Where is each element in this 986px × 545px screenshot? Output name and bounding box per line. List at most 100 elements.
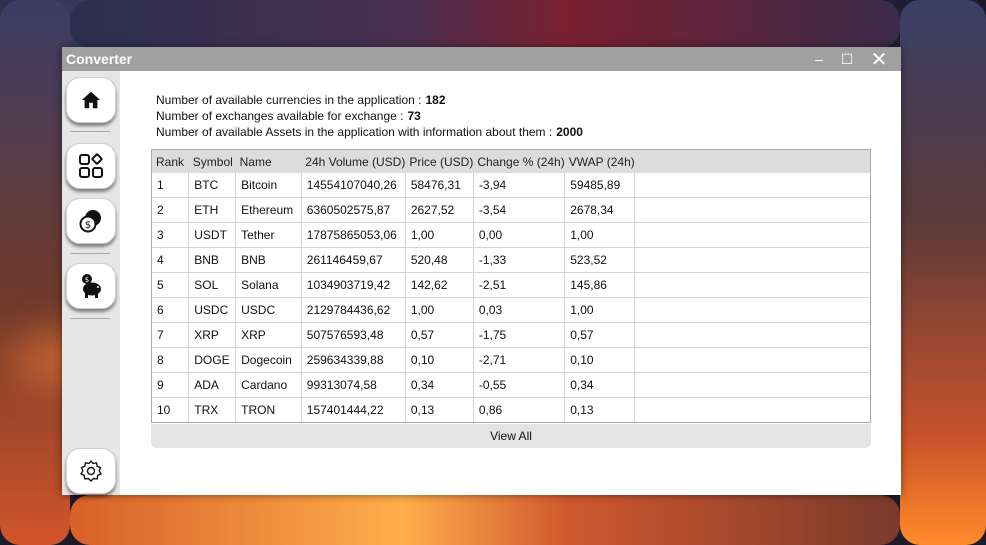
sidebar-separator: [70, 253, 110, 254]
cell-symbol: BTC: [188, 173, 237, 198]
table-row[interactable]: 10 TRX TRON 157401444,22 0,13 0,86 0,13: [152, 397, 870, 422]
sidebar: $ $: [62, 71, 120, 495]
cell-symbol: DOGE: [188, 347, 237, 373]
cell-rank: 9: [152, 372, 190, 398]
wallpaper-left: [0, 0, 70, 545]
svg-text:$: $: [85, 220, 91, 231]
cell-name: Bitcoin: [235, 173, 302, 198]
sidebar-item-exchange[interactable]: $: [66, 198, 116, 244]
cell-filler: [634, 272, 870, 298]
converter-window: Converter – ☐ ✕ $ $ Number of available …: [62, 47, 901, 495]
cell-name: Solana: [235, 272, 302, 298]
cell-vwap: 1,00: [564, 297, 636, 323]
cell-price: 1,00: [405, 222, 474, 248]
table-row[interactable]: 2 ETH Ethereum 6360502575,87 2627,52 -3,54 267…: [152, 197, 870, 223]
cell-change: -2,51: [473, 272, 566, 298]
column-header-vwap[interactable]: VWAP (24h): [564, 150, 635, 173]
maximize-button[interactable]: ☐: [832, 47, 862, 71]
cell-change: -0,55: [473, 372, 566, 398]
column-header-rank[interactable]: Rank: [152, 150, 189, 173]
coins-icon: $: [79, 210, 101, 233]
sidebar-item-apps[interactable]: [66, 143, 116, 189]
minimize-button[interactable]: –: [804, 47, 834, 71]
cell-change: -3,54: [473, 197, 566, 223]
cell-name: BNB: [235, 247, 302, 273]
cell-vwap: 523,52: [564, 247, 636, 273]
table-row[interactable]: 5 SOL Solana 1034903719,42 142,62 -2,51 145,86: [152, 272, 870, 298]
window-title: Converter: [66, 51, 133, 67]
cell-change: -2,71: [473, 347, 566, 373]
cell-vwap: 0,57: [564, 322, 636, 348]
wallpaper-bottom: [70, 495, 900, 545]
table-row[interactable]: 1 BTC Bitcoin 14554107040,26 58476,31 -3,94 59…: [152, 173, 870, 198]
cell-rank: 1: [152, 173, 190, 198]
cell-volume: 99313074,58: [301, 372, 406, 398]
cell-name: TRON: [235, 397, 302, 422]
cell-rank: 2: [152, 197, 190, 223]
column-header-price[interactable]: Price (USD): [405, 150, 474, 173]
cell-symbol: USDT: [188, 222, 237, 248]
table-row[interactable]: 3 USDT Tether 17875865053,06 1,00 0,00 1,00: [152, 222, 870, 248]
table-row[interactable]: 7 XRP XRP 507576593,48 0,57 -1,75 0,57: [152, 322, 870, 348]
piggy-bank-icon: $: [82, 274, 101, 298]
title-bar[interactable]: Converter – ☐ ✕: [62, 47, 901, 71]
cell-filler: [634, 347, 870, 373]
cell-price: 58476,31: [405, 173, 474, 198]
cell-rank: 4: [152, 247, 190, 273]
cell-filler: [634, 372, 870, 398]
cell-change: -1,75: [473, 322, 566, 348]
table-row[interactable]: 8 DOGE Dogecoin 259634339,88 0,10 -2,71 0,10: [152, 347, 870, 373]
cell-rank: 3: [152, 222, 190, 248]
table-header-row: Rank Symbol Name 24h Volume (USD) Price …: [152, 150, 870, 173]
table-row[interactable]: 4 BNB BNB 261146459,67 520,48 -1,33 523,52: [152, 247, 870, 273]
sidebar-item-settings[interactable]: [66, 448, 116, 494]
cell-symbol: XRP: [188, 322, 237, 348]
cell-volume: 14554107040,26: [301, 173, 406, 198]
cell-volume: 2129784436,62: [301, 297, 406, 323]
sidebar-separator: [70, 318, 110, 319]
cell-rank: 7: [152, 322, 190, 348]
cell-name: Cardano: [235, 372, 302, 398]
close-button[interactable]: ✕: [864, 47, 894, 71]
column-header-change[interactable]: Change % (24h): [473, 150, 565, 173]
cell-volume: 1034903719,42: [301, 272, 406, 298]
cell-name: Ethereum: [235, 197, 302, 223]
assets-table[interactable]: Rank Symbol Name 24h Volume (USD) Price …: [151, 149, 871, 423]
cell-change: -1,33: [473, 247, 566, 273]
cell-vwap: 2678,34: [564, 197, 636, 223]
cell-change: -3,94: [473, 173, 566, 198]
cell-symbol: ADA: [188, 372, 237, 398]
cell-filler: [634, 297, 870, 323]
cell-rank: 10: [152, 397, 190, 422]
cell-rank: 8: [152, 347, 190, 373]
cell-name: Tether: [235, 222, 302, 248]
cell-volume: 259634339,88: [301, 347, 406, 373]
column-header-volume[interactable]: 24h Volume (USD): [301, 150, 406, 173]
cell-vwap: 0,10: [564, 347, 636, 373]
cell-vwap: 0,13: [564, 397, 636, 422]
column-header-filler: [634, 150, 870, 173]
cell-volume: 507576593,48: [301, 322, 406, 348]
cell-symbol: BNB: [188, 247, 237, 273]
wallpaper-right: [900, 0, 986, 545]
stat-currencies-label: Number of available currencies in the ap…: [156, 93, 422, 107]
cell-volume: 157401444,22: [301, 397, 406, 422]
cell-price: 0,13: [405, 397, 474, 422]
cell-vwap: 0,34: [564, 372, 636, 398]
cell-change: 0,00: [473, 222, 566, 248]
stat-exchanges: Number of exchanges available for exchan…: [156, 109, 421, 123]
column-header-symbol[interactable]: Symbol: [188, 150, 236, 173]
table-row[interactable]: 9 ADA Cardano 99313074,58 0,34 -0,55 0,34: [152, 372, 870, 398]
sidebar-item-home[interactable]: [66, 77, 116, 123]
table-row[interactable]: 6 USDC USDC 2129784436,62 1,00 0,03 1,00: [152, 297, 870, 323]
cell-name: USDC: [235, 297, 302, 323]
cell-price: 0,34: [405, 372, 474, 398]
sidebar-item-savings[interactable]: $: [66, 263, 116, 309]
view-all-button[interactable]: View All: [151, 424, 871, 448]
cell-vwap: 145,86: [564, 272, 636, 298]
cell-filler: [634, 322, 870, 348]
gear-icon: [80, 460, 102, 482]
stat-exchanges-label: Number of exchanges available for exchan…: [156, 109, 404, 123]
column-header-name[interactable]: Name: [235, 150, 302, 173]
cell-rank: 6: [152, 297, 190, 323]
